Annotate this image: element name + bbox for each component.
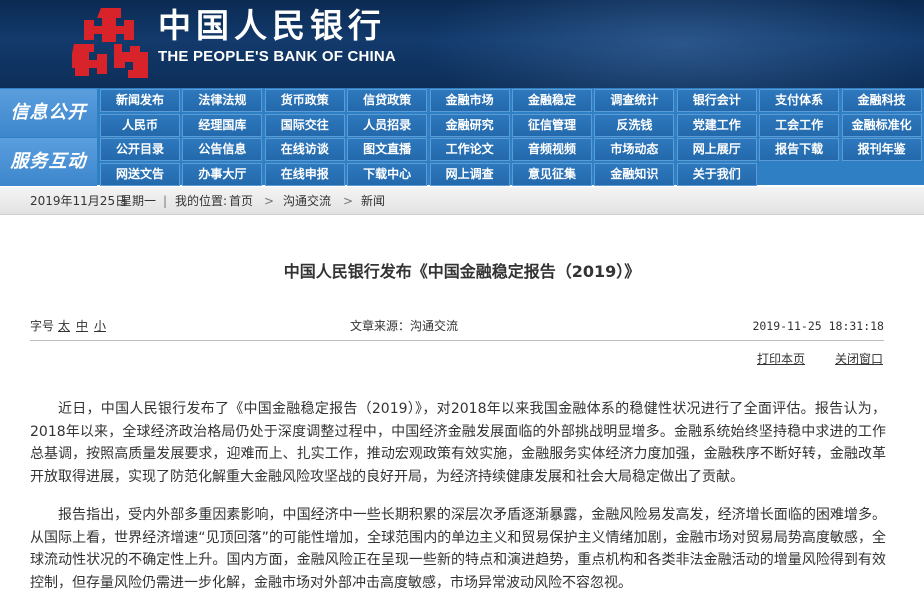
nav-row: 公开目录 公告信息 在线访谈 图文直播 工作论文 音频视频 市场动态 网上展厅 报告下载 报刊年鉴 [100, 138, 924, 161]
nav-item[interactable]: 人民币 [100, 114, 180, 137]
nav-item[interactable]: 信贷政策 [347, 89, 428, 112]
nav-row: 网送文告 办事大厅 在线申报 下载中心 网上调查 意见征集 金融知识 关于我们 [100, 163, 924, 186]
breadcrumb-link-news[interactable]: 新闻 [361, 187, 385, 215]
nav-item[interactable]: 公开目录 [100, 138, 180, 161]
nav-item[interactable]: 金融标准化 [841, 114, 922, 137]
breadcrumb: 2019年11月25日 星期一 | 我的位置: 首页 > 沟通交流 > 新闻 [0, 187, 924, 215]
nav-item[interactable]: 下载中心 [347, 163, 428, 186]
nav-item[interactable]: 金融市场 [429, 89, 510, 112]
breadcrumb-link-communication[interactable]: 沟通交流 [283, 187, 331, 215]
nav-item[interactable]: 网上展厅 [676, 138, 757, 161]
article-tools: 打印本页 关闭窗口 [30, 350, 884, 368]
nav-section-service-interaction: 服务互动 公开目录 公告信息 在线访谈 图文直播 工作论文 音频视频 市场动态 网上展厅 报告下… [0, 138, 924, 186]
nav-item[interactable]: 新闻发布 [100, 89, 180, 112]
article-source: 文章来源：沟通交流 [350, 319, 459, 333]
nav-item[interactable]: 公告信息 [182, 138, 263, 161]
pboc-emblem-icon[interactable] [72, 6, 150, 80]
font-size-small-link[interactable]: 小 [94, 317, 106, 335]
nav-item[interactable]: 银行会计 [676, 89, 757, 112]
print-page-link[interactable]: 打印本页 [757, 350, 805, 368]
nav-item[interactable]: 办事大厅 [182, 163, 263, 186]
nav-section-label: 信息公开 [0, 89, 97, 137]
nav-item[interactable]: 人员招录 [347, 114, 428, 137]
nav-item[interactable]: 金融知识 [594, 163, 675, 186]
nav-item[interactable]: 支付体系 [759, 89, 840, 112]
nav-item[interactable]: 调查统计 [594, 89, 675, 112]
nav-item[interactable]: 经理国库 [182, 114, 263, 137]
nav-item[interactable]: 国际交往 [264, 114, 345, 137]
nav-item[interactable]: 工会工作 [759, 114, 840, 137]
nav-item[interactable]: 图文直播 [347, 138, 428, 161]
breadcrumb-link-home[interactable]: 首页 [229, 187, 253, 215]
breadcrumb-chevron-icon: > [264, 194, 275, 208]
article-meta: 字号 太 中 小 文章来源：沟通交流 2019-11-25 18:31:18 [30, 317, 884, 335]
nav-item[interactable]: 金融稳定 [512, 89, 592, 112]
nav-item[interactable]: 报告下载 [759, 138, 840, 161]
publish-datetime: 2019-11-25 18:31:18 [752, 319, 884, 333]
nav-grid: 公开目录 公告信息 在线访谈 图文直播 工作论文 音频视频 市场动态 网上展厅 报告下载 报刊年鉴… [100, 138, 924, 186]
breadcrumb-location-label: 我的位置: [175, 194, 228, 208]
nav-item[interactable]: 市场动态 [594, 138, 675, 161]
nav-row: 新闻发布 法律法规 货币政策 信贷政策 金融市场 金融稳定 调查统计 银行会计 支付体系 金融科技 [100, 89, 924, 112]
nav-item[interactable]: 党建工作 [676, 114, 757, 137]
nav-section-label: 服务互动 [0, 138, 97, 186]
nav-item[interactable]: 网上调查 [429, 163, 510, 186]
nav-item[interactable]: 报刊年鉴 [841, 138, 922, 161]
nav-item[interactable]: 网送文告 [100, 163, 180, 186]
current-weekday: 星期一 [120, 194, 157, 208]
article-paragraph: 近日，中国人民银行发布了《中国金融稳定报告（2019）》，对2018年以来我国金… [30, 401, 886, 485]
article-body: 近日，中国人民银行发布了《中国金融稳定报告（2019）》，对2018年以来我国金… [30, 398, 886, 610]
bank-name-chinese: 中国人民银行 [158, 6, 386, 45]
nav-item[interactable]: 工作论文 [429, 138, 510, 161]
nav-item[interactable]: 法律法规 [182, 89, 263, 112]
nav-section-info-disclosure: 信息公开 新闻发布 法律法规 货币政策 信贷政策 金融市场 金融稳定 调查统计 银行会计 支付体… [0, 89, 924, 137]
nav-grid: 新闻发布 法律法规 货币政策 信贷政策 金融市场 金融稳定 调查统计 银行会计 支付体系 金融科技… [100, 89, 924, 137]
nav-item[interactable]: 关于我们 [676, 163, 757, 186]
article-title: 中国人民银行发布《中国金融稳定报告（2019）》 [283, 262, 641, 281]
nav-item[interactable]: 金融科技 [841, 89, 922, 112]
main-navigation: 信息公开 新闻发布 法律法规 货币政策 信贷政策 金融市场 金融稳定 调查统计 银行会计 支付体… [0, 88, 924, 186]
nav-item[interactable]: 反洗钱 [594, 114, 675, 137]
nav-row: 人民币 经理国库 国际交往 人员招录 金融研究 征信管理 反洗钱 党建工作 工会工作 金融标准化 [100, 114, 924, 137]
nav-item[interactable]: 金融研究 [429, 114, 510, 137]
site-header: 中国人民银行 THE PEOPLE'S BANK OF CHINA [0, 0, 924, 88]
article-paragraph: 报告指出，受内外部多重因素影响，中国经济中一些长期积累的深层次矛盾逐渐暴露，金融… [30, 507, 886, 591]
nav-item[interactable]: 征信管理 [512, 114, 592, 137]
nav-item[interactable]: 音频视频 [512, 138, 592, 161]
font-size-label: 字号 [30, 319, 55, 333]
meta-divider [30, 340, 884, 341]
close-window-link[interactable]: 关闭窗口 [835, 350, 883, 368]
breadcrumb-chevron-icon: > [343, 194, 354, 208]
nav-item[interactable]: 在线申报 [264, 163, 345, 186]
current-date: 2019年11月25日 [30, 194, 128, 208]
nav-item[interactable]: 在线访谈 [264, 138, 345, 161]
font-size-medium-link[interactable]: 中 [76, 317, 88, 335]
nav-item[interactable]: 意见征集 [512, 163, 592, 186]
font-size-large-link[interactable]: 太 [58, 317, 70, 335]
bank-name-english: THE PEOPLE'S BANK OF CHINA [158, 48, 396, 65]
breadcrumb-separator: | [163, 194, 168, 208]
nav-item[interactable]: 货币政策 [264, 89, 345, 112]
header-glow [420, 0, 924, 88]
